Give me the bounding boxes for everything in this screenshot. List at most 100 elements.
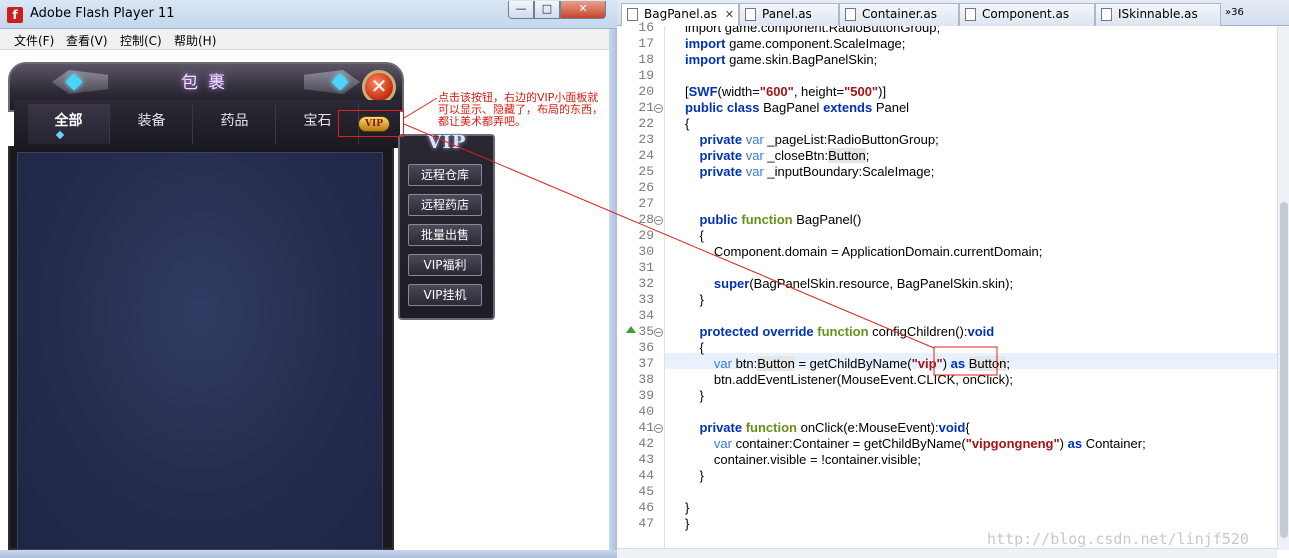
line-number: 42 xyxy=(638,436,654,451)
code-line[interactable]: var container:Container = getChildByName… xyxy=(685,436,1146,451)
menu-control[interactable]: 控制(C) xyxy=(120,32,162,49)
tab-label: ISkinnable.as xyxy=(1118,7,1198,21)
tab-label: BagPanel.as xyxy=(644,7,717,21)
code-line[interactable]: private var _inputBoundary:ScaleImage; xyxy=(685,164,934,179)
code-line[interactable]: { xyxy=(685,116,689,131)
line-number: 36 xyxy=(638,340,654,355)
title-bar[interactable]: f Adobe Flash Player 11 — □ ✕ xyxy=(0,0,617,29)
fold-toggle-icon[interactable]: − xyxy=(654,328,663,337)
vertical-scrollbar[interactable] xyxy=(1277,26,1289,550)
code-line[interactable]: public function BagPanel() xyxy=(685,212,861,227)
tab-label: Component.as xyxy=(982,7,1070,21)
vip-benefits-button[interactable]: VIP福利 xyxy=(408,254,482,276)
close-window-button[interactable]: ✕ xyxy=(560,1,606,19)
code-editor: BagPanel.as ✕ Panel.as Container.as Comp… xyxy=(617,0,1289,558)
maximize-button[interactable]: □ xyxy=(534,1,560,19)
tab-label: Container.as xyxy=(862,7,937,21)
file-icon xyxy=(965,8,976,21)
flash-player-window: f Adobe Flash Player 11 — □ ✕ 文件(F) 查看(V… xyxy=(0,0,617,558)
line-number: 29 xyxy=(638,228,654,243)
line-number: 33 xyxy=(638,292,654,307)
file-icon xyxy=(845,8,856,21)
code-line[interactable]: } xyxy=(685,516,689,531)
fold-toggle-icon[interactable]: − xyxy=(654,216,663,225)
code-line[interactable]: private var _pageList:RadioButtonGroup; xyxy=(685,132,938,147)
file-icon xyxy=(745,8,756,21)
fold-toggle-icon[interactable]: − xyxy=(654,424,663,433)
line-number: 44 xyxy=(638,468,654,483)
menu-help[interactable]: 帮助(H) xyxy=(174,32,216,49)
close-tab-icon[interactable]: ✕ xyxy=(725,4,734,25)
minimize-button[interactable]: — xyxy=(508,1,534,19)
tab-medicine[interactable]: 药品 xyxy=(194,104,276,144)
screen: f Adobe Flash Player 11 — □ ✕ 文件(F) 查看(V… xyxy=(0,0,1289,558)
code-line[interactable]: } xyxy=(685,468,703,483)
code-line[interactable]: { xyxy=(685,340,703,355)
code-line[interactable]: container.visible = !container.visible; xyxy=(685,452,921,467)
menu-file[interactable]: 文件(F) xyxy=(14,32,54,49)
code-line[interactable]: import game.component.ScaleImage; xyxy=(685,36,905,51)
line-number: 18 xyxy=(638,52,654,67)
code-line[interactable]: super(BagPanelSkin.resource, BagPanelSki… xyxy=(685,276,1013,291)
window-frame-right xyxy=(609,29,617,558)
tab-label: Panel.as xyxy=(762,7,812,21)
code-line[interactable]: private var _closeBtn:Button; xyxy=(685,148,869,163)
code-line[interactable]: private function onClick(e:MouseEvent):v… xyxy=(685,420,969,435)
override-marker-icon xyxy=(626,326,636,333)
vip-panel-title: VIP xyxy=(427,132,467,153)
line-number: 20 xyxy=(638,84,654,99)
line-number: 30 xyxy=(638,244,654,259)
code-line[interactable]: var btn:Button = getChildByName("vip") a… xyxy=(685,356,1010,371)
code-text-area[interactable]: import game.component.RadioButtonGroup; i… xyxy=(665,26,1277,550)
code-line[interactable]: } xyxy=(685,292,703,307)
line-number: 21 xyxy=(638,100,654,115)
flash-app-icon: f xyxy=(7,7,23,23)
code-line[interactable]: protected override function configChildr… xyxy=(685,324,994,339)
code-line[interactable]: import game.skin.BagPanelSkin; xyxy=(685,52,877,67)
annotation-box-vip-button xyxy=(338,110,404,137)
line-number: 22 xyxy=(638,116,654,131)
horizontal-scrollbar[interactable] xyxy=(617,548,1277,558)
tab-all[interactable]: 全部 xyxy=(28,104,110,144)
tab-equipment[interactable]: 装备 xyxy=(111,104,193,144)
code-line[interactable]: [SWF(width="600", height="500")] xyxy=(685,84,886,99)
tab-overflow-button[interactable]: »36 xyxy=(1225,7,1244,18)
line-number: 25 xyxy=(638,164,654,179)
tab-component-as[interactable]: Component.as xyxy=(959,3,1095,26)
vip-autoplay-button[interactable]: VIP挂机 xyxy=(408,284,482,306)
line-number: 17 xyxy=(638,36,654,51)
line-number: 24 xyxy=(638,148,654,163)
bulk-sell-button[interactable]: 批量出售 xyxy=(408,224,482,246)
bag-close-button[interactable]: ✕ xyxy=(362,70,396,104)
tab-container-as[interactable]: Container.as xyxy=(839,3,959,26)
line-number: 38 xyxy=(638,372,654,387)
code-line[interactable]: { xyxy=(685,228,703,243)
tab-iskinnable-as[interactable]: ISkinnable.as xyxy=(1095,3,1221,26)
tab-panel-as[interactable]: Panel.as xyxy=(739,3,839,26)
code-line[interactable]: btn.addEventListener(MouseEvent.CLICK, o… xyxy=(685,372,1013,387)
line-number: 40 xyxy=(638,404,654,419)
line-number: 26 xyxy=(638,180,654,195)
code-line[interactable]: } xyxy=(685,388,703,403)
line-number: 39 xyxy=(638,388,654,403)
code-line[interactable]: import game.component.RadioButtonGroup; xyxy=(685,26,940,35)
line-number: 43 xyxy=(638,452,654,467)
line-number: 27 xyxy=(638,196,654,211)
code-line[interactable]: } xyxy=(685,500,689,515)
line-number: 45 xyxy=(638,484,654,499)
editor-tab-bar: BagPanel.as ✕ Panel.as Container.as Comp… xyxy=(617,0,1289,26)
window-frame-bottom xyxy=(0,550,617,558)
code-line[interactable]: Component.domain = ApplicationDomain.cur… xyxy=(685,244,1042,259)
remote-pharmacy-button[interactable]: 远程药店 xyxy=(408,194,482,216)
line-number: 37 xyxy=(638,356,654,371)
code-line[interactable]: public class BagPanel extends Panel xyxy=(685,100,909,115)
line-number-gutter: 16 17 18 19 20 21−22 23 24 25 26 27 28−29 30 31 32 33 34… xyxy=(617,20,665,558)
remote-warehouse-button[interactable]: 远程仓库 xyxy=(408,164,482,186)
line-number: 34 xyxy=(638,308,654,323)
menu-view[interactable]: 查看(V) xyxy=(66,32,108,49)
scrollbar-thumb[interactable] xyxy=(1280,202,1288,538)
bag-panel-title: 包裹 xyxy=(181,73,235,93)
fold-toggle-icon[interactable]: − xyxy=(654,104,663,113)
file-icon xyxy=(1101,8,1112,21)
line-number: 32 xyxy=(638,276,654,291)
